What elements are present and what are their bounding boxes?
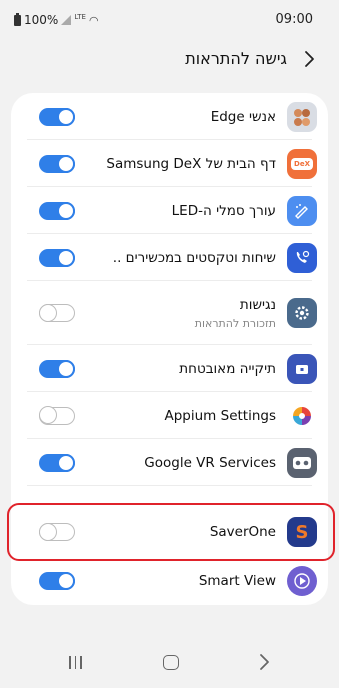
status-bar: 100% LTE ◠ 09:00 bbox=[0, 0, 339, 40]
back-icon[interactable] bbox=[258, 653, 270, 671]
notification-toggle[interactable] bbox=[38, 406, 75, 425]
app-row-samsung-dex[interactable]: DeX דף הבית של Samsung DeX bbox=[11, 140, 328, 187]
smart-view-icon bbox=[287, 565, 317, 596]
dex-icon: DeX bbox=[287, 148, 317, 179]
led-editor-icon bbox=[287, 195, 317, 226]
notification-toggle[interactable] bbox=[39, 154, 75, 173]
app-row-google-vr[interactable]: Google VR Services bbox=[11, 439, 328, 486]
app-label: נגישות bbox=[239, 297, 276, 313]
app-label: תיקייה מאובטחת bbox=[179, 360, 276, 377]
call-text-icon bbox=[287, 242, 317, 273]
app-row-smart-view[interactable]: Smart View bbox=[11, 557, 328, 604]
app-row-call-text[interactable]: שיחות וטקסטים במכשירים .. bbox=[11, 234, 328, 281]
edge-people-icon bbox=[287, 101, 317, 132]
vr-icon bbox=[287, 447, 317, 478]
secure-folder-icon bbox=[287, 353, 317, 384]
app-label: אנשי Edge bbox=[210, 108, 276, 125]
notification-toggle[interactable] bbox=[38, 303, 75, 322]
app-row-edge-people[interactable]: אנשי Edge bbox=[11, 93, 328, 140]
accessibility-gear-icon bbox=[287, 298, 317, 328]
notification-toggle[interactable] bbox=[39, 359, 75, 378]
notification-toggle[interactable] bbox=[39, 453, 75, 472]
header: גישה להתראות bbox=[0, 44, 339, 78]
battery-percentage: 100% bbox=[24, 13, 59, 27]
notification-toggle[interactable] bbox=[39, 248, 75, 267]
navigation-bar bbox=[0, 640, 339, 688]
app-row-led-editor[interactable]: עורך סמלי ה-LED bbox=[11, 187, 328, 234]
home-icon[interactable] bbox=[163, 655, 179, 670]
notification-toggle[interactable] bbox=[39, 107, 75, 126]
status-time: 09:00 bbox=[275, 12, 313, 27]
wifi-icon: ◠ bbox=[88, 13, 99, 27]
app-row-secure-folder[interactable]: תיקייה מאובטחת bbox=[11, 345, 328, 392]
app-subtitle: תזכורת להתראות bbox=[194, 317, 276, 330]
app-label: Appium Settings bbox=[164, 407, 277, 424]
app-row-appium-settings[interactable]: Appium Settings bbox=[11, 392, 328, 439]
app-label: שיחות וטקסטים במכשירים .. bbox=[112, 249, 276, 266]
chevron-right-icon[interactable] bbox=[299, 49, 319, 69]
network-type: LTE bbox=[74, 13, 86, 21]
app-label: דף הבית של Samsung DeX bbox=[106, 155, 276, 172]
battery-icon bbox=[14, 12, 21, 26]
recents-icon[interactable] bbox=[69, 656, 82, 669]
highlight-box bbox=[7, 503, 335, 561]
appium-icon bbox=[287, 400, 317, 431]
app-label: Google VR Services bbox=[144, 454, 276, 471]
app-row-accessibility[interactable]: נגישות תזכורת להתראות bbox=[11, 281, 328, 345]
notification-toggle[interactable] bbox=[39, 571, 75, 590]
app-label: Smart View bbox=[198, 572, 276, 589]
page-title: גישה להתראות bbox=[185, 49, 287, 68]
signal-icon bbox=[61, 15, 72, 25]
app-label: עורך סמלי ה-LED bbox=[171, 202, 276, 219]
notification-toggle[interactable] bbox=[39, 201, 75, 220]
